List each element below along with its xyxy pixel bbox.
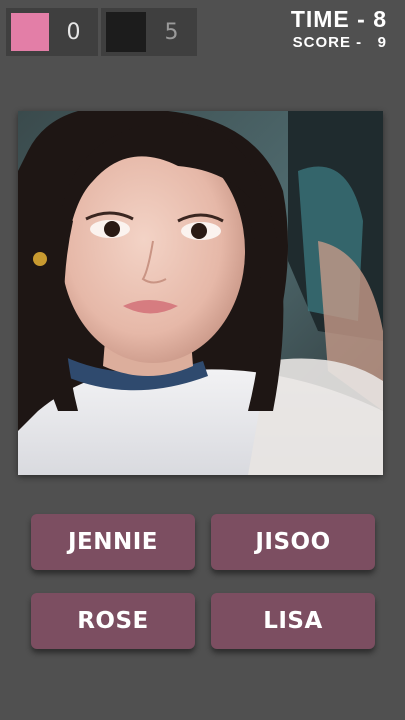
black-counter: 5 (101, 8, 197, 56)
pink-counter: 0 (6, 8, 98, 56)
answer-button-4[interactable]: LISA (211, 593, 375, 649)
time-value: 8 (373, 6, 387, 32)
answer-button-2[interactable]: JISOO (211, 514, 375, 570)
black-counter-value: 5 (164, 19, 179, 45)
pink-swatch-icon (11, 13, 49, 51)
score-display: SCORE - 9 (291, 34, 387, 51)
score-label: SCORE - (292, 34, 363, 51)
quiz-photo (18, 111, 383, 475)
game-screen: 0 5 TIME - 8 SCORE - 9 JENNIE JISOO ROSE… (0, 0, 405, 720)
portrait-image (18, 111, 383, 475)
black-swatch-icon (106, 12, 146, 52)
time-label: TIME - (290, 6, 366, 32)
pink-counter-value: 0 (66, 19, 81, 45)
answer-button-3[interactable]: ROSE (31, 593, 195, 649)
answer-button-1[interactable]: JENNIE (31, 514, 195, 570)
time-display: TIME - 8 (291, 6, 387, 33)
score-value: 9 (377, 34, 387, 51)
hud: TIME - 8 SCORE - 9 (291, 6, 387, 51)
